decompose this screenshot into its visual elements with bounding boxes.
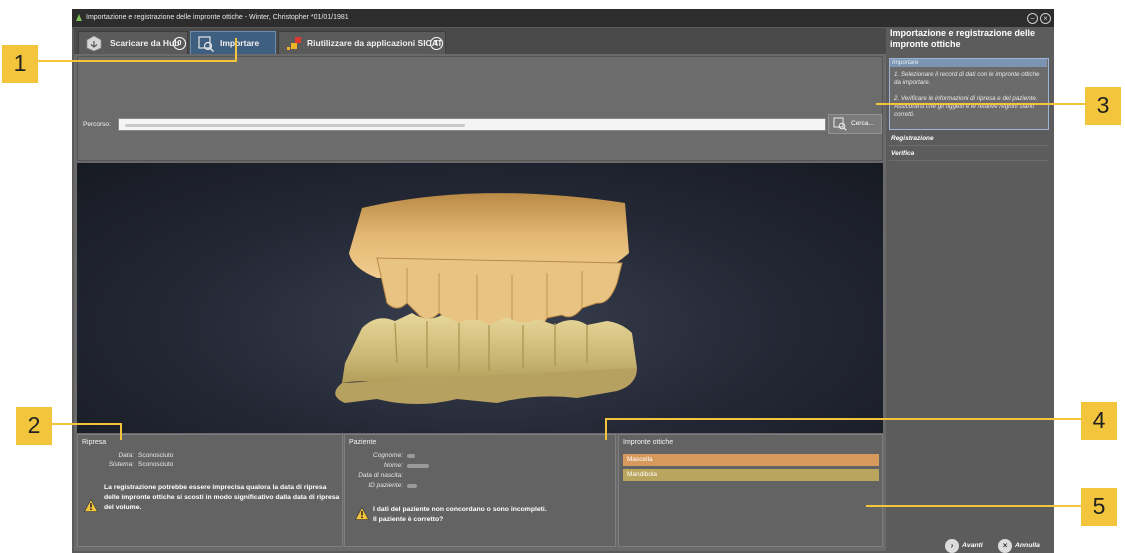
next-label: Avanti [962,542,983,549]
sistema-value: Sconosciuto [138,461,174,468]
warning-icon [84,499,98,512]
warning-icon [355,507,369,520]
cancel-label: Annulla [1015,542,1040,549]
patient-warning-line2: Il paziente è corretto? [373,516,444,523]
upper-jaw-model [349,193,629,335]
jaw-model-render [335,193,637,404]
app-logo-icon [76,14,82,21]
arrow-right-icon: › [945,539,959,553]
tab-import-data[interactable]: Importare dati [190,31,276,71]
workflow-sidebar: Importazione e registrazione delle impro… [886,28,1054,553]
step-verification[interactable]: Verifica [889,147,1049,161]
callout-1: 1 [2,45,38,83]
paziente-heading: Paziente [349,439,377,446]
ripresa-panel: Ripresa Data: Sconosciuto Sistema: Scono… [77,434,343,547]
callout-3: 3 [1085,87,1121,125]
callout-5-line [866,505,1081,507]
step-import-box: Importare 1. Selezionare il record di da… [889,58,1049,130]
hub-download-icon [86,35,102,52]
callout-1-line [38,60,236,62]
nome-value-blurred [407,464,429,468]
lower-jaw-model [335,313,637,404]
patient-id-value-blurred [407,484,417,488]
cognome-label: Cognome: [373,452,403,459]
paziente-panel: Paziente Cognome: Nome: Data di nascita:… [344,434,616,547]
step-import-header[interactable]: Importare [890,59,1047,67]
title-bar: Importazione e registrazione delle impro… [72,9,1054,27]
sidebar-title: Importazione e registrazione delle impro… [890,28,1036,49]
callout-2-line [52,423,121,425]
close-icon: × [998,539,1012,553]
tab-count-badge: 1 [430,37,443,50]
sicat-reuse-icon [287,37,301,50]
ripresa-heading: Ripresa [82,439,107,446]
browse-label: Cerca... [851,120,874,127]
cancel-button[interactable]: × Annulla [998,538,1050,553]
tab-reuse-sicat[interactable]: Riutilizzare da applicazioni SICAT 1 [278,31,446,54]
impronta-mandibola[interactable]: Mandibola [623,469,879,481]
callout-4-line [605,418,607,440]
application-window: Importazione e registrazione delle impro… [72,9,1054,553]
browse-folder-icon [833,117,847,131]
path-label: Percorso: [83,121,111,128]
callout-2: 2 [16,407,52,445]
data-value: Sconosciuto [138,452,174,459]
import-data-icon [198,36,214,52]
ripresa-warning-text: La registrazione potrebbe essere impreci… [104,484,340,511]
sistema-label: Sistema: [108,461,134,468]
impronte-panel: Impronte ottiche Mascella Mandibola [618,434,883,547]
impronta-mascella[interactable]: Mascella [623,454,879,466]
next-button[interactable]: › Avanti [945,538,993,553]
callout-5: 5 [1081,488,1117,526]
birthdate-label: Data di nascita: [358,472,403,479]
callout-4-line [605,418,1081,420]
data-label: Data: [118,452,134,459]
step-import-instruction-2: 2. Verificare le informazioni di ripresa… [894,95,1038,118]
callout-1-line [235,38,237,62]
path-value-blurred [125,124,465,127]
nome-label: Nome: [383,462,403,469]
callout-2-line [120,423,122,440]
tab-download-hub[interactable]: Scaricare da Hub 0 [78,31,188,54]
impronte-heading: Impronte ottiche [623,439,674,446]
main-pane: Scaricare da Hub 0 Importare dati Riutil… [74,28,886,551]
browse-button[interactable]: Cerca... [828,114,882,134]
step-registration[interactable]: Registrazione [889,132,1049,146]
patient-warning-line1: I dati del paziente non concordano o son… [373,506,547,513]
callout-4: 4 [1081,402,1117,440]
cognome-value-blurred [407,454,415,458]
tab-bar: Scaricare da Hub 0 Importare dati Riutil… [74,28,886,71]
close-button[interactable]: × [1040,13,1051,24]
import-panel: Percorso: Cerca... [77,56,883,161]
window-title: Importazione e registrazione delle impro… [86,14,349,21]
step-import-instruction-1: 1. Selezionare il record di dati con le … [894,71,1040,86]
minimize-button[interactable]: − [1027,13,1038,24]
patient-id-label: ID paziente: [368,482,403,489]
tab-count-badge: 0 [173,37,186,50]
tab-label: Scaricare da Hub [110,38,180,48]
tab-label: Riutilizzare da applicazioni SICAT [307,38,443,48]
callout-3-line [876,103,1085,105]
3d-viewer[interactable] [77,163,883,433]
path-input[interactable] [118,118,826,131]
